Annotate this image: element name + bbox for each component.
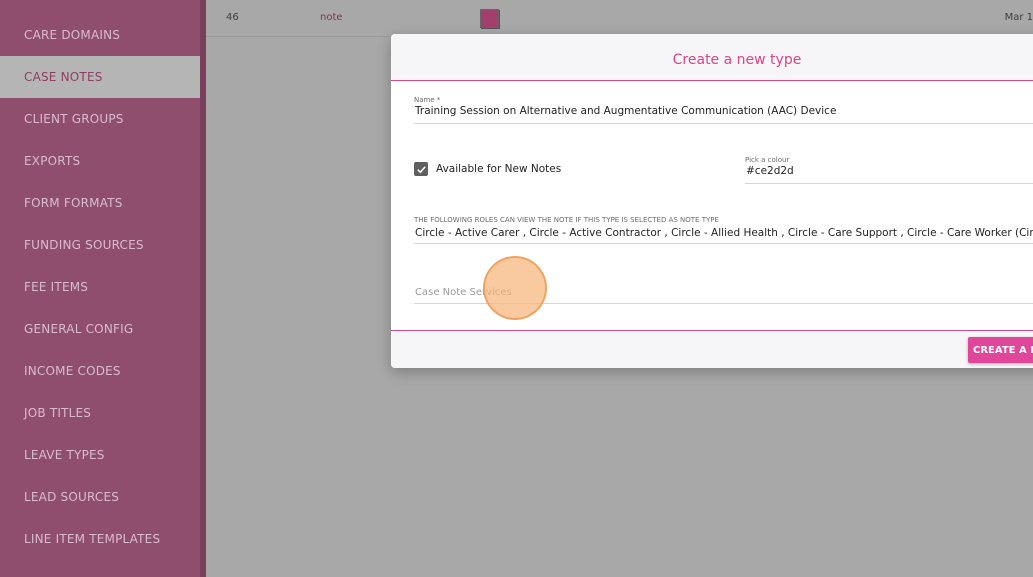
row-name: note bbox=[320, 12, 343, 23]
sidebar-item-job-titles[interactable]: JOB TITLES bbox=[0, 392, 200, 434]
name-underline bbox=[414, 123, 1033, 124]
available-checkbox[interactable] bbox=[414, 162, 428, 176]
modal-header: Create a new type bbox=[391, 34, 1033, 81]
table-row[interactable]: 46 note Mar 1 bbox=[206, 0, 1033, 37]
modal-footer: CREATE A NE bbox=[391, 330, 1033, 368]
sidebar: CARE DOMAINS CASE NOTES CLIENT GROUPS EX… bbox=[0, 0, 206, 577]
sidebar-item-client-groups[interactable]: CLIENT GROUPS bbox=[0, 98, 200, 140]
sidebar-item-care-domains[interactable]: CARE DOMAINS bbox=[0, 14, 200, 56]
sidebar-item-case-notes[interactable]: CASE NOTES bbox=[0, 56, 200, 98]
create-type-modal: Create a new type Name * Training Sessio… bbox=[391, 34, 1033, 368]
sidebar-item-line-item-templates[interactable]: LINE ITEM TEMPLATES bbox=[0, 518, 200, 560]
roles-underline bbox=[414, 243, 1033, 244]
checkmark-icon bbox=[416, 165, 426, 173]
create-button[interactable]: CREATE A NE bbox=[968, 337, 1033, 363]
colour-field[interactable]: #ce2d2d bbox=[746, 165, 794, 177]
sidebar-item-leave-types[interactable]: LEAVE TYPES bbox=[0, 434, 200, 476]
sidebar-item-funding-sources[interactable]: FUNDING SOURCES bbox=[0, 224, 200, 266]
row-date: Mar 1 bbox=[1004, 12, 1033, 23]
sidebar-item-income-codes[interactable]: INCOME CODES bbox=[0, 350, 200, 392]
row-id: 46 bbox=[226, 12, 239, 23]
sidebar-item-exports[interactable]: EXPORTS bbox=[0, 140, 200, 182]
row-colour-swatch bbox=[480, 9, 499, 28]
case-note-services-input[interactable]: Case Note Services bbox=[415, 287, 512, 298]
colour-label: Pick a colour bbox=[745, 156, 790, 164]
roles-field[interactable]: Circle - Active Carer , Circle - Active … bbox=[415, 227, 1033, 239]
name-label: Name * bbox=[414, 96, 441, 104]
colour-underline bbox=[745, 183, 1033, 184]
name-field[interactable]: Training Session on Alternative and Augm… bbox=[415, 105, 836, 117]
modal-title: Create a new type bbox=[672, 52, 802, 68]
sidebar-item-general-config[interactable]: GENERAL CONFIG bbox=[0, 308, 200, 350]
roles-label: THE FOLLOWING ROLES CAN VIEW THE NOTE IF… bbox=[414, 216, 719, 224]
services-underline bbox=[414, 303, 1033, 304]
sidebar-item-lead-sources[interactable]: LEAD SOURCES bbox=[0, 476, 200, 518]
sidebar-item-fee-items[interactable]: FEE ITEMS bbox=[0, 266, 200, 308]
available-label: Available for New Notes bbox=[436, 163, 562, 175]
sidebar-item-form-formats[interactable]: FORM FORMATS bbox=[0, 182, 200, 224]
